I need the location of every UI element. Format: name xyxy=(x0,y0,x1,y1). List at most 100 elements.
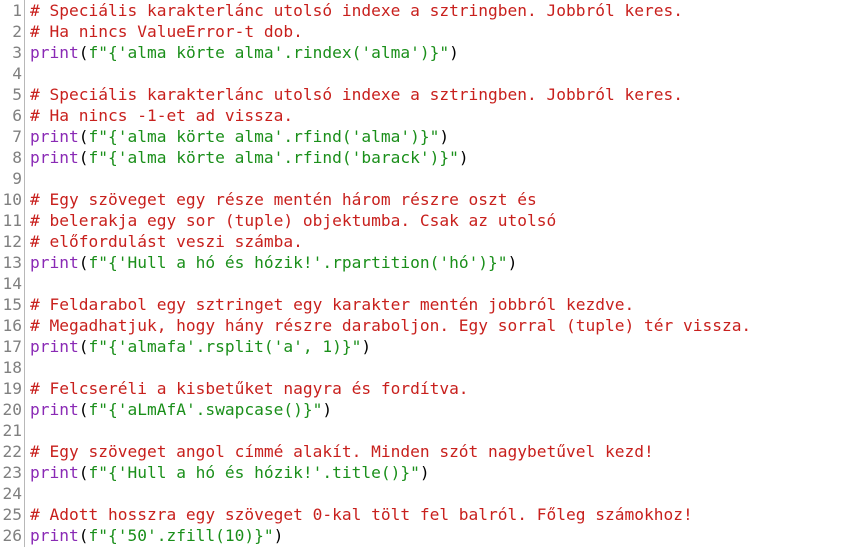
plain-token: ) xyxy=(439,127,450,146)
line-number: 10 xyxy=(2,190,23,209)
plain-token: ) xyxy=(361,337,372,356)
line-number: 26 xyxy=(2,526,23,545)
code-line[interactable]: 20 print(f"{'aLmAfA'.swapcase()}") xyxy=(0,399,845,420)
line-number: 6 xyxy=(12,106,22,125)
line-number: 17 xyxy=(2,337,23,356)
comment-token: # előfordulást veszi számba. xyxy=(30,232,303,251)
code-line[interactable]: 6 # Ha nincs -1-et ad vissza. xyxy=(0,105,845,126)
line-number: 21 xyxy=(2,421,23,440)
comment-token: # Feldarabol egy sztringet egy karakter … xyxy=(30,295,635,314)
comment-token: # Egy szöveget angol címmé alakít. Minde… xyxy=(30,442,654,461)
string-token: f"{'aLmAfA'.swapcase()}" xyxy=(88,400,323,419)
code-text[interactable]: # Speciális karakterlánc utolsó indexe a… xyxy=(30,0,683,21)
code-line[interactable]: 10 # Egy szöveget egy része mentén három … xyxy=(0,189,845,210)
line-number: 1 xyxy=(12,1,22,20)
code-text[interactable]: # előfordulást veszi számba. xyxy=(30,231,303,252)
code-text[interactable]: print(f"{'Hull a hó és hózik!'.title()}"… xyxy=(30,462,430,483)
code-text[interactable]: print(f"{'aLmAfA'.swapcase()}") xyxy=(30,399,332,420)
code-line[interactable]: 25 # Adott hosszra egy szöveget 0-kal töl… xyxy=(0,504,845,525)
line-number: 25 xyxy=(2,505,23,524)
builtin-token: print xyxy=(30,526,79,545)
code-text[interactable]: print(f"{'alma körte alma'.rfind('barack… xyxy=(30,147,469,168)
line-number: 13 xyxy=(2,253,23,272)
code-text[interactable]: # Egy szöveget angol címmé alakít. Minde… xyxy=(30,441,654,462)
code-line[interactable]: 8 print(f"{'alma körte alma'.rfind('barac… xyxy=(0,147,845,168)
code-line[interactable]: 24 xyxy=(0,483,845,504)
code-text[interactable]: # Egy szöveget egy része mentén három ré… xyxy=(30,189,537,210)
builtin-token: print xyxy=(30,43,79,62)
code-line[interactable]: 11 # belerakja egy sor (tuple) objektumba… xyxy=(0,210,845,231)
line-number: 12 xyxy=(2,232,23,251)
line-number: 5 xyxy=(12,85,22,104)
code-line[interactable]: 1 # Speciális karakterlánc utolsó indexe … xyxy=(0,0,845,21)
plain-token: ) xyxy=(419,463,430,482)
code-line[interactable]: 17 print(f"{'almafa'.rsplit('a', 1)}") xyxy=(0,336,845,357)
code-text[interactable]: # Speciális karakterlánc utolsó indexe a… xyxy=(30,84,683,105)
line-number: 18 xyxy=(2,358,23,377)
builtin-token: print xyxy=(30,127,79,146)
code-text[interactable]: print(f"{'Hull a hó és hózik!'.rpartitio… xyxy=(30,252,517,273)
line-number: 20 xyxy=(2,400,23,419)
comment-token: # Adott hosszra egy szöveget 0-kal tölt … xyxy=(30,505,693,524)
plain-token: ) xyxy=(322,400,333,419)
string-token: f"{'Hull a hó és hózik!'.title()}" xyxy=(88,463,420,482)
code-line[interactable]: 18 xyxy=(0,357,845,378)
code-line[interactable]: 19 # Felcseréli a kisbetűket nagyra és fo… xyxy=(0,378,845,399)
code-line[interactable]: 15 # Feldarabol egy sztringet egy karakte… xyxy=(0,294,845,315)
code-text[interactable]: print(f"{'alma körte alma'.rindex('alma'… xyxy=(30,42,459,63)
string-token: f"{'50'.zfill(10)}" xyxy=(88,526,274,545)
line-number: 2 xyxy=(12,22,22,41)
line-number: 24 xyxy=(2,484,23,503)
code-editor[interactable]: 1 # Speciális karakterlánc utolsó indexe … xyxy=(0,0,845,547)
code-line[interactable]: 21 xyxy=(0,420,845,441)
code-text[interactable]: # belerakja egy sor (tuple) objektumba. … xyxy=(30,210,556,231)
code-text[interactable]: print(f"{'almafa'.rsplit('a', 1)}") xyxy=(30,336,371,357)
code-line[interactable]: 2 # Ha nincs ValueError-t dob. xyxy=(0,21,845,42)
line-number: 23 xyxy=(2,463,23,482)
code-line[interactable]: 16 # Megadhatjuk, hogy hány részre darabo… xyxy=(0,315,845,336)
line-number: 9 xyxy=(12,169,22,188)
line-number: 14 xyxy=(2,274,23,293)
comment-token: # Egy szöveget egy része mentén három ré… xyxy=(30,190,537,209)
code-text[interactable]: # Ha nincs ValueError-t dob. xyxy=(30,21,303,42)
code-line[interactable]: 13 print(f"{'Hull a hó és hózik!'.rpartit… xyxy=(0,252,845,273)
code-line[interactable]: 14 xyxy=(0,273,845,294)
code-text[interactable]: # Adott hosszra egy szöveget 0-kal tölt … xyxy=(30,504,693,525)
plain-token: ) xyxy=(458,148,469,167)
line-number: 7 xyxy=(12,127,22,146)
code-line[interactable]: 7 print(f"{'alma körte alma'.rfind('alma'… xyxy=(0,126,845,147)
code-text[interactable]: # Megadhatjuk, hogy hány részre darabolj… xyxy=(30,315,751,336)
line-number: 3 xyxy=(12,43,22,62)
code-line[interactable]: 3 print(f"{'alma körte alma'.rindex('alma… xyxy=(0,42,845,63)
code-line[interactable]: 4 xyxy=(0,63,845,84)
code-line[interactable]: 5 # Speciális karakterlánc utolsó indexe … xyxy=(0,84,845,105)
line-number: 22 xyxy=(2,442,23,461)
builtin-token: print xyxy=(30,400,79,419)
builtin-token: print xyxy=(30,253,79,272)
string-token: f"{'alma körte alma'.rfind('barack')}" xyxy=(88,148,459,167)
comment-token: # Ha nincs -1-et ad vissza. xyxy=(30,106,294,125)
code-line[interactable]: 26 print(f"{'50'.zfill(10)}") xyxy=(0,525,845,546)
comment-token: # Ha nincs ValueError-t dob. xyxy=(30,22,303,41)
line-number: 11 xyxy=(2,211,23,230)
code-text[interactable]: # Feldarabol egy sztringet egy karakter … xyxy=(30,294,634,315)
code-line[interactable]: 9 xyxy=(0,168,845,189)
code-text[interactable]: # Ha nincs -1-et ad vissza. xyxy=(30,105,293,126)
code-text[interactable]: print(f"{'alma körte alma'.rfind('alma')… xyxy=(30,126,449,147)
code-line[interactable]: 22 # Egy szöveget angol címmé alakít. Min… xyxy=(0,441,845,462)
code-text[interactable]: # Felcseréli a kisbetűket nagyra és ford… xyxy=(30,378,469,399)
code-text[interactable]: print(f"{'50'.zfill(10)}") xyxy=(30,525,283,546)
string-token: f"{'Hull a hó és hózik!'.rpartition('hó'… xyxy=(88,253,508,272)
comment-token: # Megadhatjuk, hogy hány részre darabolj… xyxy=(30,316,752,335)
comment-token: # Speciális karakterlánc utolsó indexe a… xyxy=(30,85,683,104)
code-line[interactable]: 23 print(f"{'Hull a hó és hózik!'.title()… xyxy=(0,462,845,483)
comment-token: # Speciális karakterlánc utolsó indexe a… xyxy=(30,1,683,20)
code-lines[interactable]: 1 # Speciális karakterlánc utolsó indexe … xyxy=(0,0,845,546)
line-number: 8 xyxy=(12,148,22,167)
line-number: 4 xyxy=(12,64,22,83)
code-line[interactable]: 12 # előfordulást veszi számba. xyxy=(0,231,845,252)
line-number: 16 xyxy=(2,316,23,335)
string-token: f"{'alma körte alma'.rindex('alma')}" xyxy=(88,43,450,62)
builtin-token: print xyxy=(30,337,79,356)
line-number: 19 xyxy=(2,379,23,398)
